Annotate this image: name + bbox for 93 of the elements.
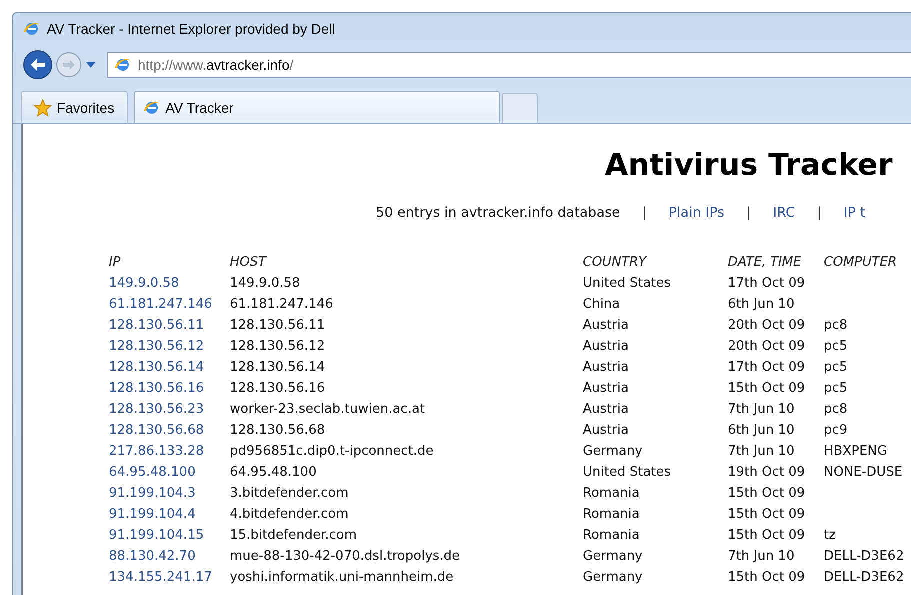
globe-icon bbox=[23, 20, 41, 38]
table-cell-text: 7th Jun 10 bbox=[728, 549, 796, 566]
page-heading: Antivirus Tracker bbox=[604, 148, 894, 183]
table-cell-text: 128.130.56.11 bbox=[230, 318, 326, 335]
column-header: IP bbox=[109, 255, 122, 272]
table-cell-text: 15th Oct 09 bbox=[728, 570, 806, 587]
window-title: AV Tracker - Internet Explorer provided by Dell bbox=[47, 21, 336, 37]
table-cell-text: Austria bbox=[583, 402, 630, 419]
table-cell-text: Romania bbox=[583, 507, 641, 524]
table-cell-text: 17th Oct 09 bbox=[728, 360, 806, 377]
address-field[interactable]: http://www.avtracker.info/ bbox=[107, 52, 911, 78]
ip-link[interactable]: 134.155.241.17 bbox=[109, 570, 230, 591]
dropdown-icon[interactable] bbox=[85, 61, 97, 69]
nav-link[interactable]: IRC bbox=[773, 205, 796, 221]
table-cell-text: 3.bitdefender.com bbox=[230, 486, 350, 503]
column-header: COMPUTER bbox=[824, 255, 898, 272]
table-cell-text: 20th Oct 09 bbox=[728, 318, 806, 335]
favorites-button[interactable]: Favorites bbox=[21, 91, 128, 123]
table-cell-text: pc8 bbox=[824, 402, 849, 419]
table-cell-text: Germany bbox=[583, 444, 644, 461]
table-cell-text: 17th Oct 09 bbox=[728, 276, 806, 293]
table-cell-text: China bbox=[583, 297, 622, 314]
table-cell-text: pc5 bbox=[824, 339, 849, 356]
globe-icon bbox=[114, 56, 132, 74]
table-cell-text: 20th Oct 09 bbox=[728, 339, 806, 356]
nav-link[interactable]: Plain IPs bbox=[668, 205, 725, 221]
ip-link[interactable]: 88.130.42.70 bbox=[109, 549, 230, 570]
back-button[interactable] bbox=[23, 50, 53, 80]
table-cell-text: 19th Oct 09 bbox=[728, 465, 806, 482]
ip-link[interactable]: 91.199.104.3 bbox=[109, 486, 230, 507]
ip-link[interactable]: 91.199.104.4 bbox=[109, 507, 230, 528]
ip-link[interactable]: 128.130.56.11 bbox=[109, 318, 230, 339]
ip-link[interactable]: 128.130.56.14 bbox=[109, 360, 230, 381]
ip-link[interactable]: 128.130.56.16 bbox=[109, 381, 230, 402]
table-cell-text: 15.bitdefender.com bbox=[230, 528, 358, 545]
table-cell-text: 7th Jun 10 bbox=[728, 444, 796, 461]
table-cell-text: 6th Jun 10 bbox=[728, 297, 796, 314]
ip-link[interactable]: 128.130.56.68 bbox=[109, 423, 230, 444]
entry-count: 50 entrys in avtracker.info database bbox=[376, 205, 620, 221]
table-cell-text: Romania bbox=[583, 486, 641, 503]
table-cell-text: pc5 bbox=[824, 360, 849, 377]
table-cell-text: DELL-D3E62 bbox=[824, 570, 906, 587]
table-cell-text: 128.130.56.68 bbox=[230, 423, 326, 440]
column-header: COUNTRY bbox=[583, 255, 648, 272]
table-cell-text: 4.bitdefender.com bbox=[230, 507, 350, 524]
table-cell-text: HBXPENG bbox=[824, 444, 888, 461]
table-cell-text: Romania bbox=[583, 528, 641, 545]
table-cell-text: 15th Oct 09 bbox=[728, 507, 806, 524]
nav-link[interactable]: IP t bbox=[844, 205, 866, 221]
table-cell-text: 128.130.56.12 bbox=[230, 339, 326, 356]
table-cell-text: 15th Oct 09 bbox=[728, 381, 806, 398]
separator: | bbox=[817, 205, 822, 221]
table-cell-text: 64.95.48.100 bbox=[230, 465, 318, 482]
separator: | bbox=[746, 205, 752, 221]
ip-link[interactable]: 149.9.0.58 bbox=[109, 276, 230, 297]
table-cell-text: 128.130.56.16 bbox=[230, 381, 326, 398]
table-cell-text: NONE-DUSE bbox=[824, 465, 904, 482]
table-cell-text: Austria bbox=[583, 381, 630, 398]
table-cell-text: 15th Oct 09 bbox=[728, 528, 806, 545]
table-cell-text: DELL-D3E62 bbox=[824, 549, 906, 566]
table-cell-text: United States bbox=[583, 276, 672, 293]
table-cell-text: yoshi.informatik.uni-mannheim.de bbox=[230, 570, 455, 587]
table-cell-text: 15th Oct 09 bbox=[728, 486, 806, 503]
column-header: HOST bbox=[230, 255, 268, 272]
table-cell-text: pc8 bbox=[824, 318, 849, 335]
ip-link[interactable]: 61.181.247.146 bbox=[109, 297, 230, 318]
ip-link[interactable]: 217.86.133.28 bbox=[109, 444, 230, 465]
table-cell-text: mue-88-130-42-070.dsl.tropolys.de bbox=[230, 549, 462, 566]
table-cell-text: pc5 bbox=[824, 381, 849, 398]
star-icon bbox=[34, 98, 52, 116]
ip-link[interactable]: 64.95.48.100 bbox=[109, 465, 230, 486]
ip-link[interactable]: 128.130.56.23 bbox=[109, 402, 230, 423]
browser-tab[interactable]: AV Tracker bbox=[134, 91, 500, 123]
table-cell-text: Austria bbox=[583, 360, 630, 377]
table-cell-text: 149.9.0.58 bbox=[230, 276, 302, 293]
table-cell-text: 7th Jun 10 bbox=[728, 402, 796, 419]
separator: | bbox=[642, 205, 647, 221]
table-cell-text: Germany bbox=[583, 549, 644, 566]
table-cell-text: Austria bbox=[583, 318, 630, 335]
table-cell-text: pc9 bbox=[824, 423, 849, 440]
column-header: DATE, TIME bbox=[728, 255, 803, 272]
table-cell-text: Austria bbox=[583, 339, 630, 356]
table-cell-text: 61.181.247.146 bbox=[230, 297, 334, 314]
table-cell-text: 128.130.56.14 bbox=[230, 360, 326, 377]
table-cell-text: pd956851c.dip0.t-ipconnect.de bbox=[230, 444, 435, 461]
table-cell-text: tz bbox=[824, 528, 837, 545]
table-cell-text: United States bbox=[583, 465, 672, 482]
ip-link[interactable]: 91.199.104.15 bbox=[109, 528, 230, 549]
table-cell-text: worker-23.seclab.tuwien.ac.at bbox=[230, 402, 426, 419]
table-cell-text: 6th Jun 10 bbox=[728, 423, 796, 440]
table-cell-text: Germany bbox=[583, 570, 644, 587]
table-cell-text: Austria bbox=[583, 423, 630, 440]
ip-link[interactable]: 128.130.56.12 bbox=[109, 339, 230, 360]
